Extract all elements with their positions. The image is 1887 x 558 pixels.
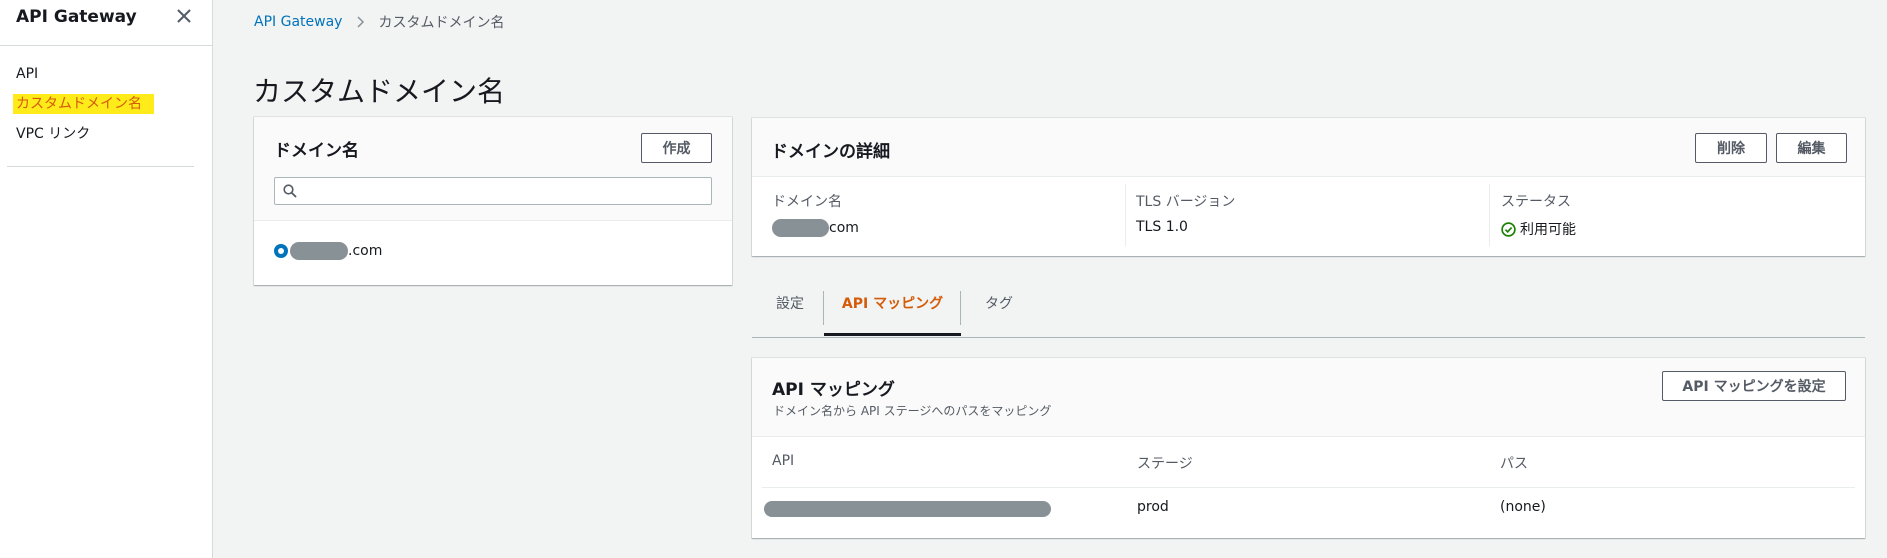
detail-tls-version: TLS バージョン TLS 1.0	[1136, 191, 1235, 235]
column-header-api: API	[772, 453, 795, 469]
side-navigation: API Gateway API カスタムドメイン名 VPC リンク	[0, 0, 213, 558]
domain-details-header: ドメインの詳細 削除 編集	[752, 118, 1865, 177]
domain-list-panel: ドメイン名 作成 .com	[254, 117, 732, 285]
table-cell-stage: prod	[1137, 499, 1169, 515]
tab-api-mappings[interactable]: API マッピング	[824, 289, 961, 336]
breadcrumb-current: カスタムドメイン名	[378, 15, 505, 31]
status-value: 利用可能	[1501, 219, 1576, 239]
domain-list-title: ドメイン名	[274, 141, 359, 161]
detail-label: ドメイン名	[772, 194, 842, 210]
breadcrumb: API Gateway カスタムドメイン名	[254, 12, 504, 32]
api-mapping-title: API マッピング	[772, 380, 895, 400]
sidebar-item-label: カスタムドメイン名	[13, 94, 154, 114]
search-input[interactable]	[274, 177, 712, 205]
tab-tags[interactable]: タグ	[976, 289, 1022, 336]
chevron-right-icon	[357, 16, 365, 28]
status-text: 利用可能	[1520, 222, 1576, 238]
detail-value: TLS 1.0	[1136, 219, 1188, 235]
close-icon[interactable]	[174, 6, 194, 26]
sidebar-title[interactable]: API Gateway	[16, 7, 137, 27]
sidebar-item-custom-domain-names[interactable]: カスタムドメイン名	[13, 89, 212, 119]
domain-details-panel: ドメインの詳細 削除 編集 ドメイン名 com TLS バージョン TLS 1.…	[752, 118, 1865, 256]
create-button[interactable]: 作成	[641, 133, 712, 163]
check-circle-icon	[1501, 221, 1516, 237]
redacted-api-name	[764, 501, 1051, 517]
table-divider	[762, 487, 1855, 488]
sidebar-header: API Gateway	[0, 0, 212, 46]
domain-name-suffix: com	[829, 220, 859, 236]
tab-bar: 設定 API マッピング タグ	[752, 289, 1865, 338]
configure-api-mappings-button[interactable]: API マッピングを設定	[1662, 371, 1846, 401]
column-header-stage: ステージ	[1137, 456, 1193, 472]
redacted-domain	[772, 219, 829, 237]
detail-value: com	[772, 219, 859, 237]
detail-label: TLS バージョン	[1136, 194, 1236, 210]
edit-button[interactable]: 編集	[1776, 133, 1847, 163]
api-mapping-description: ドメイン名から API ステージへのパスをマッピング	[773, 404, 1052, 418]
sidebar-nav: API カスタムドメイン名 VPC リンク	[0, 46, 212, 149]
search-icon	[283, 184, 297, 198]
radio-selected[interactable]	[274, 244, 288, 258]
domain-name-suffix: .com	[348, 243, 383, 259]
domain-details-title: ドメインの詳細	[771, 142, 890, 162]
tab-settings[interactable]: 設定	[771, 289, 809, 336]
redacted-domain	[290, 242, 348, 260]
detail-status: ステータス 利用可能	[1501, 191, 1576, 239]
sidebar-item-api[interactable]: API	[16, 59, 212, 89]
page-title: カスタムドメイン名	[253, 75, 506, 108]
column-divider	[1489, 184, 1490, 246]
detail-label: ステータス	[1501, 194, 1571, 210]
sidebar-item-vpc-links[interactable]: VPC リンク	[16, 119, 212, 149]
sidebar-divider	[7, 166, 194, 167]
tab-separator	[960, 291, 961, 325]
detail-domain-name: ドメイン名 com	[772, 191, 859, 237]
domain-list-item[interactable]: .com	[274, 242, 382, 260]
column-divider	[1125, 184, 1126, 246]
api-mapping-panel: API マッピング ドメイン名から API ステージへのパスをマッピング API…	[752, 358, 1865, 538]
domain-list-header: ドメイン名 作成	[254, 117, 732, 221]
column-header-path: パス	[1500, 456, 1528, 472]
api-mapping-header: API マッピング ドメイン名から API ステージへのパスをマッピング API…	[752, 358, 1865, 437]
delete-button[interactable]: 削除	[1695, 133, 1767, 163]
breadcrumb-root-link[interactable]: API Gateway	[254, 14, 342, 30]
table-cell-path: (none)	[1500, 499, 1546, 515]
